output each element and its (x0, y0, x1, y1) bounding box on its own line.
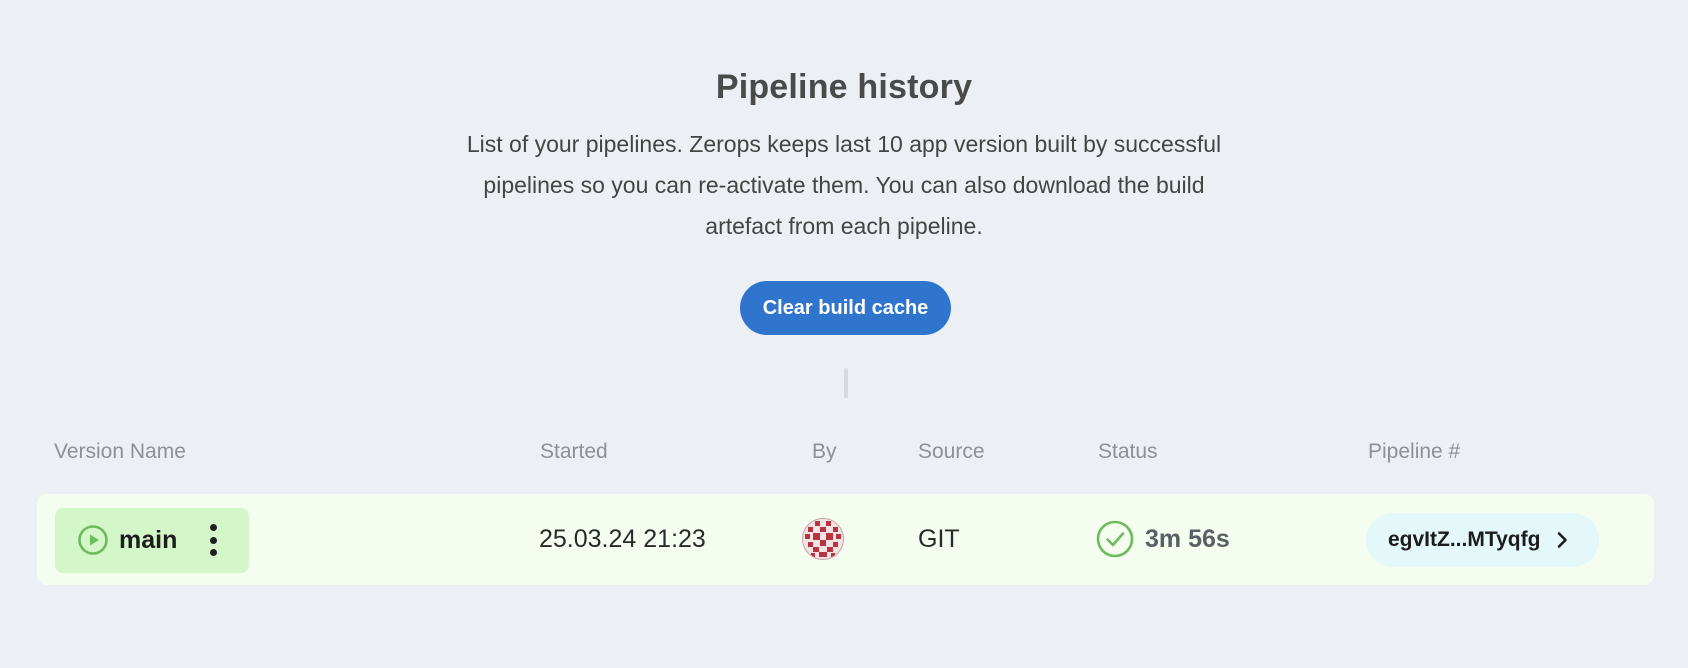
pipeline-link[interactable]: egvItZ...MTyqfg (1366, 513, 1599, 567)
chevron-right-icon (1557, 532, 1567, 548)
status-duration: 3m 56s (1145, 525, 1230, 553)
check-circle-icon (1096, 520, 1134, 558)
column-header-by: By (812, 440, 837, 463)
page-description: List of your pipelines. Zerops keeps las… (466, 131, 1222, 239)
page-title: Pipeline history (715, 68, 973, 106)
divider (844, 368, 848, 398)
user-avatar-icon (802, 518, 844, 560)
play-circle-icon[interactable] (77, 524, 109, 556)
column-header-source: Source (918, 440, 985, 463)
column-header-pipeline: Pipeline # (1368, 440, 1461, 463)
column-header-version-name: Version Name (54, 440, 186, 463)
version-name: main (119, 526, 178, 554)
more-options-icon[interactable] (201, 522, 225, 558)
version-chip[interactable]: main (55, 508, 249, 573)
table-row[interactable]: main 25.03.24 21:23 GIT 3m 56s egvItZ...… (37, 494, 1654, 585)
clear-build-cache-button[interactable]: Clear build cache (740, 281, 951, 335)
started-time: 25.03.24 21:23 (539, 525, 706, 553)
column-header-status: Status (1098, 440, 1158, 463)
pipeline-id: egvItZ...MTyqfg (1388, 528, 1541, 551)
column-header-started: Started (540, 440, 608, 463)
source-value: GIT (918, 525, 960, 553)
